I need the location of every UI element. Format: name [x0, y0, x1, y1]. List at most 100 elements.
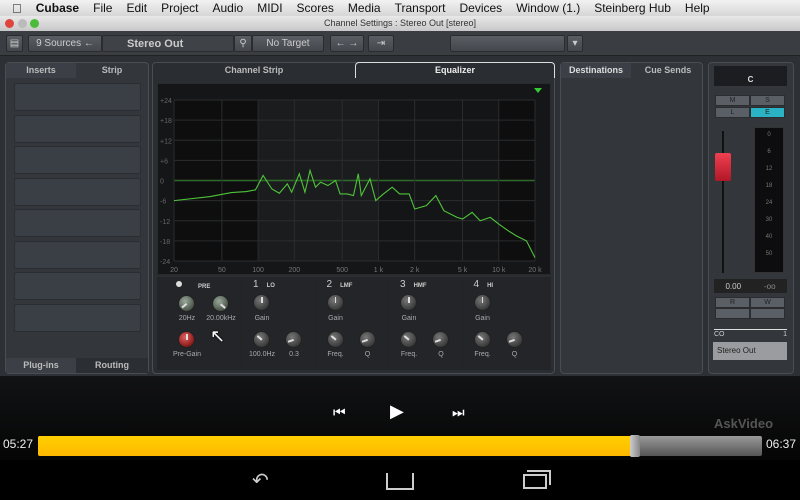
band-freq-knob[interactable] — [400, 331, 417, 348]
band-q-knob[interactable] — [432, 331, 449, 348]
insert-slot[interactable] — [14, 303, 141, 332]
previous-button[interactable]: ⏮ — [333, 404, 346, 421]
pan-control[interactable]: C — [714, 66, 787, 86]
band-gain-label: Gain — [401, 315, 417, 322]
insert-slot[interactable] — [14, 83, 141, 111]
menu-devices[interactable]: Devices — [460, 1, 503, 15]
eq-graph[interactable]: +24 +18 +12 +6 0 -6 -12 -18 -24 20 50 100 200 500 1 k 2… — [157, 83, 551, 275]
mute-button[interactable]: M — [715, 95, 750, 106]
preset-dropdown-icon[interactable]: ▾ — [567, 35, 583, 52]
menu-file[interactable]: File — [93, 1, 112, 15]
insert-slot[interactable] — [14, 240, 141, 269]
preset-field[interactable] — [450, 35, 565, 52]
volume-fader[interactable] — [715, 153, 731, 181]
meter-tick: 50 — [765, 251, 773, 257]
band-q-knob[interactable] — [285, 331, 302, 348]
destinations-panel: Destinations Cue Sends — [560, 62, 703, 374]
y-tick-label: +6 — [160, 158, 168, 165]
pan-value: C — [747, 75, 754, 84]
volume-value[interactable]: 0.00 — [725, 282, 741, 291]
layout-icon[interactable]: ▤ — [6, 35, 23, 52]
link-icon: CO — [714, 331, 725, 338]
menu-midi[interactable]: MIDI — [257, 1, 282, 15]
band-gain-knob[interactable] — [400, 294, 417, 311]
peak-value: -oo — [763, 281, 776, 291]
insert-slot[interactable] — [14, 272, 141, 300]
insert-slot[interactable] — [14, 177, 141, 206]
menu-scores[interactable]: Scores — [297, 1, 334, 15]
x-tick-label: 5 k — [458, 267, 468, 274]
insert-slot[interactable] — [14, 209, 141, 237]
menu-transport[interactable]: Transport — [395, 1, 446, 15]
menu-media[interactable]: Media — [348, 1, 381, 15]
pre-enable-toggle[interactable] — [176, 281, 182, 287]
edit-button[interactable]: E — [750, 107, 785, 118]
window-title: Channel Settings : Stereo Out [stereo] — [323, 18, 477, 28]
menu-project[interactable]: Project — [161, 1, 198, 15]
band-gain-label: Gain — [475, 315, 490, 322]
tab-inserts[interactable]: Inserts — [6, 63, 76, 78]
menu-cubase[interactable]: Cubase — [36, 1, 79, 15]
play-button[interactable]: ▶ — [390, 401, 404, 422]
tab-routing[interactable]: Routing — [76, 358, 148, 373]
band-name: LMF — [340, 283, 353, 289]
meter-tick: 30 — [765, 217, 773, 223]
minimize-button[interactable] — [18, 19, 27, 28]
lowcut-knob[interactable] — [178, 295, 195, 312]
menu-steinberg-hub[interactable]: Steinberg Hub — [594, 1, 671, 15]
sources-button[interactable]: 9 Sources ← — [28, 35, 102, 52]
highcut-knob[interactable] — [212, 295, 229, 312]
band-q-label: 0.3 — [289, 351, 299, 358]
level-meter: 0 6 12 18 24 30 40 50 — [754, 127, 784, 273]
menu-help[interactable]: Help — [685, 1, 710, 15]
insert-slot[interactable] — [14, 114, 141, 143]
send-to-button[interactable]: ⇥ — [368, 35, 394, 52]
channel-name-field[interactable]: Stereo Out — [713, 342, 787, 360]
band-gain-knob[interactable] — [473, 294, 491, 311]
askvideo-watermark: AskVideo — [714, 416, 774, 431]
empty-button-1[interactable] — [715, 308, 750, 319]
nav-arrows-button[interactable]: ← → — [330, 35, 364, 52]
band-freq-knob[interactable] — [473, 331, 491, 348]
close-button[interactable] — [5, 19, 14, 28]
title-bar: Channel Settings : Stereo Out [stereo] — [0, 16, 800, 31]
x-tick-label: 100 — [252, 267, 264, 274]
tab-plug-ins[interactable]: Plug-ins — [6, 358, 76, 373]
band-freq-knob[interactable] — [253, 331, 270, 348]
band-gain-knob[interactable] — [253, 294, 270, 311]
tab-equalizer[interactable]: Equalizer — [355, 62, 555, 78]
tab-strip[interactable]: Strip — [76, 63, 148, 78]
band-q-knob[interactable] — [358, 331, 376, 348]
empty-button-2[interactable] — [750, 308, 785, 319]
apple-icon[interactable]:  — [12, 1, 22, 16]
tab-channel-strip[interactable]: Channel Strip — [153, 63, 355, 78]
recents-icon[interactable] — [523, 474, 547, 489]
home-icon[interactable] — [386, 473, 414, 490]
channel-selector[interactable]: Stereo Out — [102, 35, 234, 52]
seek-thumb[interactable] — [629, 435, 640, 457]
write-button[interactable]: W — [750, 297, 785, 308]
back-icon[interactable]: ↶ — [252, 468, 269, 493]
pre-gain-knob[interactable] — [178, 331, 195, 348]
band-header: 3 HMF — [400, 279, 427, 290]
zoom-button[interactable] — [30, 19, 39, 28]
band-gain-knob[interactable] — [326, 294, 344, 311]
graph-menu-icon[interactable] — [534, 88, 542, 93]
menu-audio[interactable]: Audio — [213, 1, 244, 15]
listen-button[interactable]: L — [715, 107, 750, 118]
target-button[interactable]: No Target — [252, 35, 324, 52]
band-header: 2 LMF — [327, 279, 353, 290]
next-button[interactable]: ⏭ — [452, 404, 465, 421]
search-icon[interactable]: ⚲ — [234, 35, 252, 52]
seek-bar[interactable] — [38, 435, 762, 457]
solo-button[interactable]: S — [750, 95, 785, 106]
tab-cue-sends[interactable]: Cue Sends — [633, 63, 703, 78]
menu-window[interactable]: Window (1.) — [516, 1, 580, 15]
insert-slot[interactable] — [14, 146, 141, 174]
read-button[interactable]: R — [715, 297, 750, 308]
band-name: HI — [487, 283, 494, 289]
band-freq-knob[interactable] — [326, 331, 344, 348]
menu-edit[interactable]: Edit — [126, 1, 147, 15]
band-q-knob[interactable] — [505, 331, 523, 348]
tab-destinations[interactable]: Destinations — [561, 63, 631, 78]
